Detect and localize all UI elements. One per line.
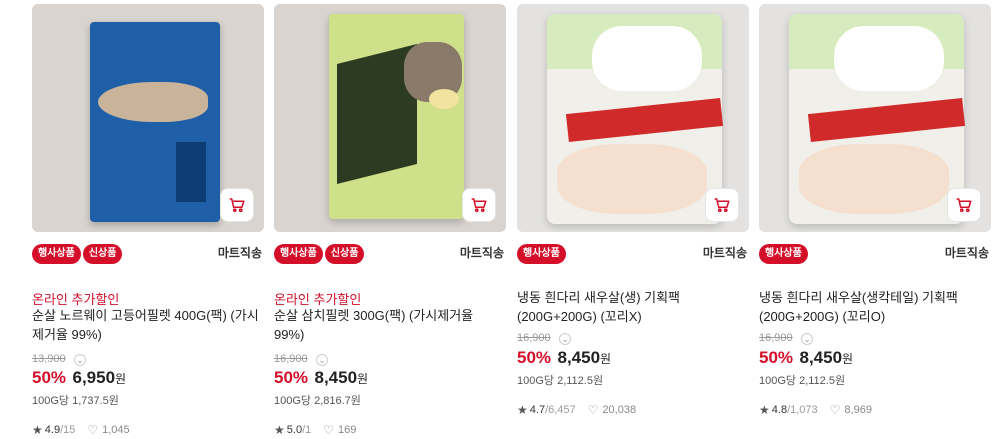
unit-price: 100G당 2,112.5원 [517,375,604,387]
discount-rate: 50% [32,368,67,387]
sale-price: 8,450 [799,348,843,367]
new-badge: 신상품 [82,244,123,264]
product-card[interactable]: 행사상품 신상품 마트직송 온라인 추가할인 순살 삼치필렛 300G(팩) (가… [274,4,506,439]
badge-group: 행사상품 신상품 [274,243,366,264]
mackerel-fillet-package-image [90,22,220,222]
event-badge: 행사상품 [759,244,808,264]
product-name[interactable]: 냉동 흰다리 새우살(생) 기획팩(200G+200G) (꼬리X) [517,288,749,326]
like-count: 20,038 [602,404,637,416]
chevron-down-icon[interactable]: ⌄ [559,333,571,345]
frozen-shrimp-cocktail-bag-image [789,14,966,224]
chevron-down-icon[interactable]: ⌄ [316,354,328,366]
event-badge: 행사상품 [32,244,81,264]
cart-icon [956,198,972,213]
sale-price: 6,950 [72,368,116,387]
price-row: 50% 6,950원 [32,368,126,388]
unit-price: 100G당 2,112.5원 [759,375,846,387]
cart-icon [714,198,730,213]
product-card[interactable]: 행사상품 마트직송 냉동 흰다리 새우살(생칵테일) 기획팩(200G+200G… [759,4,991,439]
cart-icon [471,198,487,213]
heart-plus-icon: ♡ [323,423,335,437]
star-icon: ★ [274,423,285,437]
heart-plus-icon: ♡ [87,423,99,437]
like-count: 8,969 [844,404,872,416]
rating-row: ★ 4.7 /6,457 ♡ 20,038 [517,403,636,417]
product-name[interactable]: 냉동 흰다리 새우살(생칵테일) 기획팩(200G+200G) (꼬리O) [759,288,991,326]
rating-row: ★ 4.9 /15 ♡ 1,045 [32,423,130,437]
heart-plus-icon: ♡ [587,403,599,417]
delivery-type: 마트직송 [459,246,504,260]
rating-row: ★ 4.8 /1,073 ♡ 8,969 [759,403,872,417]
add-to-cart-button[interactable] [947,188,981,222]
like-count: 1,045 [102,424,130,436]
delivery-type: 마트직송 [217,246,262,260]
rating-value: 4.7 [529,404,546,416]
product-card[interactable]: 행사상품 마트직송 냉동 흰다리 새우살(생) 기획팩(200G+200G) (… [517,4,749,439]
discount-rate: 50% [759,348,794,367]
price-row: 50% 8,450원 [517,348,611,368]
badge-group: 행사상품 [759,243,810,264]
like-count: 169 [338,424,357,436]
product-card[interactable]: 행사상품 신상품 마트직송 온라인 추가할인 순살 노르웨이 고등어필렛 400G… [32,4,264,439]
badge-group: 행사상품 [517,243,568,264]
sale-price: 8,450 [314,368,358,387]
delivery-type: 마트직송 [702,246,747,260]
original-price: 13,900 [32,353,66,365]
add-to-cart-button[interactable] [705,188,739,222]
rating-value: 5.0 [286,424,303,436]
original-price: 16,900 [274,353,308,365]
currency-unit: 원 [115,372,127,386]
star-icon: ★ [759,403,770,417]
product-name[interactable]: 순살 삼치필렛 300G(팩) (가시제거율 99%) [274,306,506,344]
original-price: 16,900 [517,332,551,344]
review-count: /1,073 [787,404,818,416]
cart-icon [229,198,245,213]
star-icon: ★ [517,403,528,417]
chevron-down-icon[interactable]: ⌄ [801,333,813,345]
review-count: /6,457 [545,404,576,416]
currency-unit: 원 [842,352,854,366]
event-badge: 행사상품 [274,244,323,264]
sale-price: 8,450 [557,348,601,367]
discount-rate: 50% [517,348,552,367]
review-count: /1 [302,424,312,436]
new-badge: 신상품 [324,244,365,264]
rating-row: ★ 5.0 /1 ♡ 169 [274,423,356,437]
currency-unit: 원 [357,372,369,386]
rating-value: 4.9 [44,424,61,436]
spanish-mackerel-fillet-package-image [329,14,464,219]
product-image[interactable] [32,4,264,232]
product-image[interactable] [759,4,991,232]
heart-plus-icon: ♡ [829,403,841,417]
delivery-type: 마트직송 [944,246,989,260]
review-count: /15 [60,424,76,436]
discount-rate: 50% [274,368,309,387]
add-to-cart-button[interactable] [220,188,254,222]
frozen-shrimp-bag-image [547,14,724,224]
price-row: 50% 8,450원 [759,348,853,368]
star-icon: ★ [32,423,43,437]
chevron-down-icon[interactable]: ⌄ [74,354,86,366]
price-row: 50% 8,450원 [274,368,368,388]
product-image[interactable] [274,4,506,232]
event-badge: 행사상품 [517,244,566,264]
unit-price: 100G당 2,816.7원 [274,395,361,407]
rating-value: 4.8 [771,404,788,416]
currency-unit: 원 [600,352,612,366]
product-image[interactable] [517,4,749,232]
original-price: 16,900 [759,332,793,344]
unit-price: 100G당 1,737.5원 [32,395,119,407]
product-name[interactable]: 순살 노르웨이 고등어필렛 400G(팩) (가시제거율 99%) [32,306,264,344]
badge-group: 행사상품 신상품 [32,243,124,264]
add-to-cart-button[interactable] [462,188,496,222]
